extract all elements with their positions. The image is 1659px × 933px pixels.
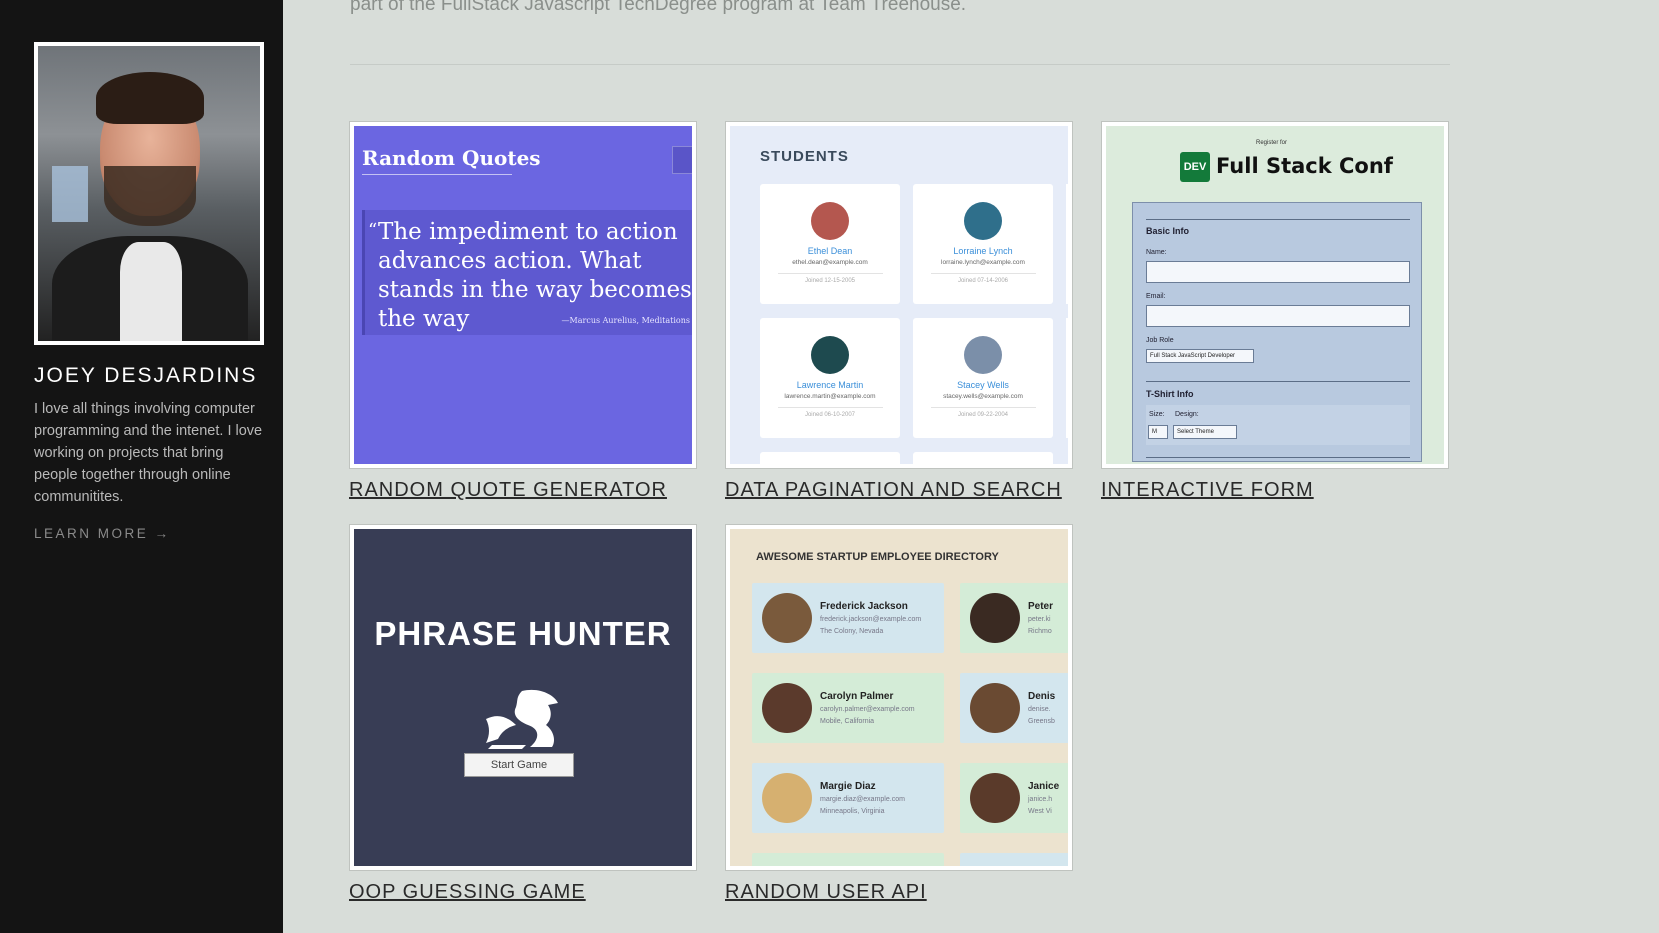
employee-card: Janice janice.h West Vi xyxy=(960,763,1068,833)
profile-photo xyxy=(34,42,264,345)
preview-heading: STUDENTS xyxy=(760,148,849,165)
project-thumbnail[interactable]: AWESOME STARTUP EMPLOYEE DIRECTORY Frede… xyxy=(725,524,1073,871)
form-section-tshirt: T-Shirt Info xyxy=(1146,389,1194,399)
employee-email: carolyn.palmer@example.com xyxy=(820,706,915,713)
student-avatar xyxy=(811,336,849,374)
student-avatar xyxy=(964,202,1002,240)
form-name-label: Name: xyxy=(1146,249,1167,256)
project-card-data-pagination[interactable]: STUDENTS Ethel Dean ethel.dean@example.c… xyxy=(725,121,1073,502)
student-joined: Joined 12-15-2005 xyxy=(804,278,856,284)
profile-name: JOEY DESJARDINS xyxy=(34,364,258,387)
employee-avatar xyxy=(762,683,812,733)
student-joined: Joined 06-10-2007 xyxy=(804,412,856,418)
employee-name: Margie Diaz xyxy=(820,781,876,792)
employee-email: denise. xyxy=(1028,706,1051,713)
student-card: Lorraine Lynch lorraine.lynch@example.co… xyxy=(913,184,1053,304)
employee-name: Janice xyxy=(1028,781,1060,792)
project-title[interactable]: RANDOM USER API xyxy=(725,881,1073,904)
employee-email: janice.h xyxy=(1028,796,1053,803)
student-card: Ethel Dean ethel.dean@example.com Joined… xyxy=(760,184,900,304)
avatar xyxy=(38,46,260,341)
employee-location: Greensb xyxy=(1028,718,1055,725)
employee-avatar xyxy=(970,683,1020,733)
form-section-basic: Basic Info xyxy=(1146,226,1190,236)
project-card-random-quote[interactable]: Random Quotes “ The impediment to action… xyxy=(349,121,697,502)
divider xyxy=(350,64,1450,65)
form-email-field xyxy=(1146,305,1410,327)
student-card: Stacey Wells stacey.wells@example.com Jo… xyxy=(913,318,1053,438)
employee-name: Peter xyxy=(1028,601,1054,612)
learn-more-link[interactable]: LEARN MORE → xyxy=(34,526,171,541)
employee-card: Carolyn Palmer carolyn.palmer@example.co… xyxy=(752,673,944,743)
form-design-label: Design: xyxy=(1175,411,1199,418)
preview-heading: AWESOME STARTUP EMPLOYEE DIRECTORY xyxy=(756,551,999,563)
employee-avatar xyxy=(970,773,1020,823)
form-size-select: M xyxy=(1148,425,1168,439)
employee-location: Mobile, California xyxy=(820,718,875,725)
dev-logo-icon: DEV xyxy=(1180,152,1210,182)
employee-location: Richmo xyxy=(1028,628,1052,635)
employee-email: frederick.jackson@example.com xyxy=(820,616,922,623)
preview-author: —Marcus Aurelius, Meditations xyxy=(561,316,690,325)
project-card-random-user[interactable]: AWESOME STARTUP EMPLOYEE DIRECTORY Frede… xyxy=(725,524,1073,904)
student-joined: Joined 09-22-2004 xyxy=(957,412,1009,418)
student-joined: Joined 07-14-2006 xyxy=(957,278,1009,284)
project-thumbnail[interactable]: PHRASE HUNTER Start Game xyxy=(349,524,697,871)
employee-location: Minneapolis, Virginia xyxy=(820,808,885,815)
intro-text: part of the FullStack Javascript TechDeg… xyxy=(350,0,967,15)
dragon-logo-icon xyxy=(486,689,558,749)
project-title[interactable]: INTERACTIVE FORM xyxy=(1101,479,1449,502)
student-email: lorraine.lynch@example.com xyxy=(941,259,1025,266)
student-email: ethel.dean@example.com xyxy=(792,259,868,266)
preview-form: Basic Info Name: Email: Job Role Full St… xyxy=(1132,202,1422,462)
employee-email: peter.ki xyxy=(1028,616,1051,623)
start-game-button: Start Game xyxy=(464,753,574,777)
employee-name: Carolyn Palmer xyxy=(820,691,894,702)
preview-title: Full Stack Conf xyxy=(1216,154,1393,178)
project-title[interactable]: RANDOM QUOTE GENERATOR xyxy=(349,479,697,502)
employee-location: The Colony, Nevada xyxy=(820,628,884,635)
form-design-select: Select Theme xyxy=(1173,425,1237,439)
preview-button xyxy=(672,146,692,174)
project-thumbnail[interactable]: STUDENTS Ethel Dean ethel.dean@example.c… xyxy=(725,121,1073,469)
employee-card: Frederick Jackson frederick.jackson@exam… xyxy=(752,583,944,653)
form-job-select: Full Stack JavaScript Developer xyxy=(1146,349,1254,363)
employee-avatar xyxy=(970,593,1020,643)
form-job-label: Job Role xyxy=(1146,337,1174,344)
project-card-oop-game[interactable]: PHRASE HUNTER Start Game OOP GUESSING GA… xyxy=(349,524,697,904)
employee-name: Denis xyxy=(1028,691,1056,702)
student-name: Ethel Dean xyxy=(807,246,853,256)
project-thumbnail[interactable]: Register for DEV Full Stack Conf Basic I… xyxy=(1101,121,1449,469)
project-card-interactive-form[interactable]: Register for DEV Full Stack Conf Basic I… xyxy=(1101,121,1449,502)
sidebar: JOEY DESJARDINS I love all things involv… xyxy=(0,0,283,933)
student-email: stacey.wells@example.com xyxy=(943,393,1023,400)
student-avatar xyxy=(811,202,849,240)
project-title[interactable]: OOP GUESSING GAME xyxy=(349,881,697,904)
preview-heading: PHRASE HUNTER xyxy=(374,615,672,652)
form-name-field xyxy=(1146,261,1410,283)
employee-card: Denis denise. Greensb xyxy=(960,673,1068,743)
student-avatar xyxy=(964,336,1002,374)
employee-avatar xyxy=(762,773,812,823)
preview-logo: Random Quotes xyxy=(362,146,541,170)
student-email: lawrence.martin@example.com xyxy=(784,393,876,400)
employee-card: Margie Diaz margie.diaz@example.com Minn… xyxy=(752,763,944,833)
student-name: Lorraine Lynch xyxy=(953,246,1013,256)
employee-name: Frederick Jackson xyxy=(820,601,908,612)
student-card: Lawrence Martin lawrence.martin@example.… xyxy=(760,318,900,438)
employee-avatar xyxy=(762,593,812,643)
preview-register: Register for xyxy=(1256,140,1288,146)
project-thumbnail[interactable]: Random Quotes “ The impediment to action… xyxy=(349,121,697,469)
student-name: Lawrence Martin xyxy=(796,380,864,390)
employee-location: West Vi xyxy=(1028,808,1052,815)
form-email-label: Email: xyxy=(1146,293,1166,300)
employee-card: Peter peter.ki Richmo xyxy=(960,583,1068,653)
student-name: Stacey Wells xyxy=(957,380,1009,390)
quote-mark-icon: “ xyxy=(368,220,378,241)
form-size-label: Size: xyxy=(1149,411,1165,418)
employee-email: margie.diaz@example.com xyxy=(820,796,905,803)
profile-bio: I love all things involving computer pro… xyxy=(34,401,263,505)
project-title[interactable]: DATA PAGINATION AND SEARCH xyxy=(725,479,1073,502)
